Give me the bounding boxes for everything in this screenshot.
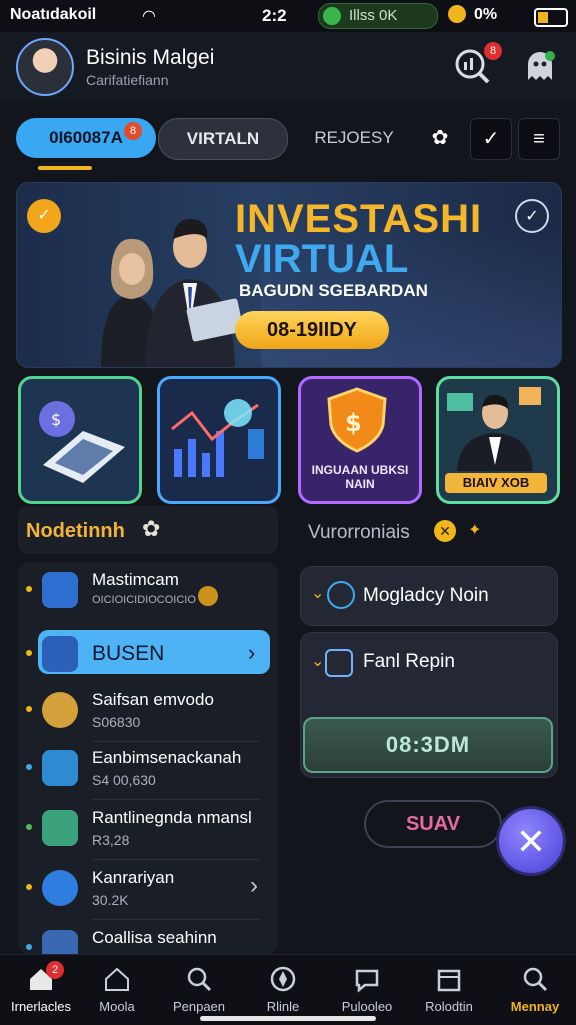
list-item[interactable]: Coallisa seahinn (18, 920, 278, 954)
feature-card-chart[interactable] (157, 376, 281, 504)
monitor-icon (42, 572, 78, 608)
section-right-title: Vurorroniais (308, 522, 410, 543)
check-icon[interactable]: ✓ (470, 118, 512, 160)
avatar[interactable] (16, 38, 74, 96)
advisor-card-label: BIAIV XOB (445, 473, 547, 493)
wifi-icon: ◠ (142, 8, 156, 25)
chart-icon (171, 399, 264, 477)
banner-title-1: INVESTASHI (235, 197, 483, 241)
section-left-title: Nodetinnh (26, 520, 125, 542)
right-card-2[interactable]: ⌄ Fanl Repin 08:3DM (300, 632, 558, 778)
list-item[interactable]: Kanrariyan 30.2K › (18, 860, 278, 920)
laptop-icon: $ (39, 401, 125, 483)
battery-percent: 0% (474, 6, 498, 23)
gear-icon: ✿ (142, 516, 161, 541)
shield-card-label: INGUAAN UBKSI NAIN (311, 463, 409, 491)
green-dot-icon (323, 7, 341, 25)
right-card-1-title: Mogladcy Noin (363, 585, 489, 606)
section-right-header: Vurorroniais ✕ ✦ (300, 506, 558, 554)
feature-card-laptop[interactable]: $ (18, 376, 142, 504)
tab-indicator (38, 166, 92, 170)
shield-icon: $ (327, 387, 387, 453)
banner-title-2: VIRTUAL (235, 237, 409, 281)
chevron-icon: ⌄ (311, 585, 325, 602)
tab-request[interactable]: REJOESY (292, 118, 416, 158)
chevron-right-icon: › (248, 640, 256, 665)
tab-virtual[interactable]: VIRTALN (158, 118, 288, 160)
list-item[interactable]: Rantlinegnda nmansl R3,28 (18, 800, 278, 860)
nav-mennay[interactable]: Mennay (494, 955, 576, 1025)
search-icon (187, 967, 212, 992)
status-bar: Noatıdakoil ◠ 2:2 Illss 0K 0% (0, 0, 576, 32)
section-left-header: Nodetinnh ✿ (18, 506, 278, 554)
check-badge-icon: ✓ (27, 199, 61, 233)
ghost-icon[interactable] (520, 46, 560, 86)
list-item[interactable]: Mastimcam OICIOICIDIOCOICIO (18, 562, 278, 622)
list-item-active[interactable]: BUSEN › (18, 626, 278, 686)
bottom-nav: 2 Irnerlacles Moola Penpaen Rlinle Puloo… (0, 954, 576, 1025)
globe-icon (42, 870, 78, 906)
nav-search[interactable]: Penpaen (158, 955, 240, 1025)
list-item[interactable]: Eanbimsenackanah S4 00,630 (18, 740, 278, 800)
robot-icon (42, 750, 78, 786)
user-subtitle: Carifatiefiann (86, 72, 169, 88)
calendar-icon (437, 969, 461, 992)
suav-button[interactable]: SUAV (364, 800, 502, 848)
left-list: Mastimcam OICIOICIDIOCOICIO BUSEN › Saif… (18, 562, 278, 954)
businessman-illustration (145, 218, 244, 367)
nav-moola[interactable]: Moola (76, 955, 158, 1025)
advisor-icon (447, 387, 541, 471)
house-outline-icon (105, 967, 129, 991)
chevron-icon: ⌄ (311, 653, 325, 670)
home-indicator (200, 1016, 376, 1021)
clock: 2:2 (262, 6, 287, 25)
coin-icon (198, 586, 218, 606)
promo-banner[interactable]: ✓ ✓ INVESTASHI VIRTUAL BAGUDN SGEBARDAN … (16, 182, 562, 368)
status-pill-text: Illss 0K (349, 7, 398, 24)
banner-cta-button[interactable]: 08-19IIDY (235, 311, 389, 349)
bluetooth-icon (448, 5, 466, 23)
feature-card-advisor[interactable]: BIAIV XOB (436, 376, 560, 504)
notification-badge: 8 (484, 42, 502, 60)
sparkle-icon: ✦ (468, 522, 482, 539)
right-card-1[interactable]: ⌄ Mogladcy Noin (300, 566, 558, 626)
banner-subtitle: BAGUDN SGEBARDAN (239, 281, 428, 300)
document-icon (42, 930, 78, 954)
right-card-2-title: Fanl Repin (363, 651, 455, 672)
feature-card-shield[interactable]: $ INGUAAN UBKSI NAIN (298, 376, 422, 504)
nav-home-badge: 2 (46, 961, 64, 979)
market-icon (42, 810, 78, 846)
nav-explore[interactable]: Rlinle (242, 955, 324, 1025)
time-display[interactable]: 08:3DM (303, 717, 553, 773)
svg-text:$: $ (51, 410, 61, 429)
nav-home[interactable]: 2 Irnerlacles (0, 955, 82, 1025)
verified-icon: ✓ (515, 199, 549, 233)
battery-icon (534, 8, 568, 27)
close-icon[interactable]: ✕ (434, 520, 456, 542)
search-gold-icon (523, 967, 548, 992)
close-fab-button[interactable]: ✕ (496, 806, 566, 876)
shield-small-icon (325, 649, 353, 677)
user-name: Bisinis Malgei (86, 46, 215, 69)
chevron-right-icon: › (250, 872, 258, 899)
list-item[interactable]: Saifsan emvodo S06830 (18, 682, 278, 742)
nav-chat[interactable]: Pulooleo (326, 955, 408, 1025)
coins-icon (42, 692, 78, 728)
box-icon (42, 636, 78, 672)
nav-rolodtin[interactable]: Rolodtin (408, 955, 490, 1025)
svg-text:$: $ (345, 409, 362, 437)
chat-icon (355, 969, 379, 993)
tab-badge: 8 (124, 122, 142, 140)
carrier-name: Noatıdakoil (10, 6, 97, 23)
settings-gear-icon[interactable]: ✿ (420, 118, 460, 158)
status-pill: Illss 0K (318, 3, 438, 29)
clock-icon (327, 581, 355, 609)
compass-icon (270, 966, 296, 992)
menu-icon[interactable]: ≡ (518, 118, 560, 160)
